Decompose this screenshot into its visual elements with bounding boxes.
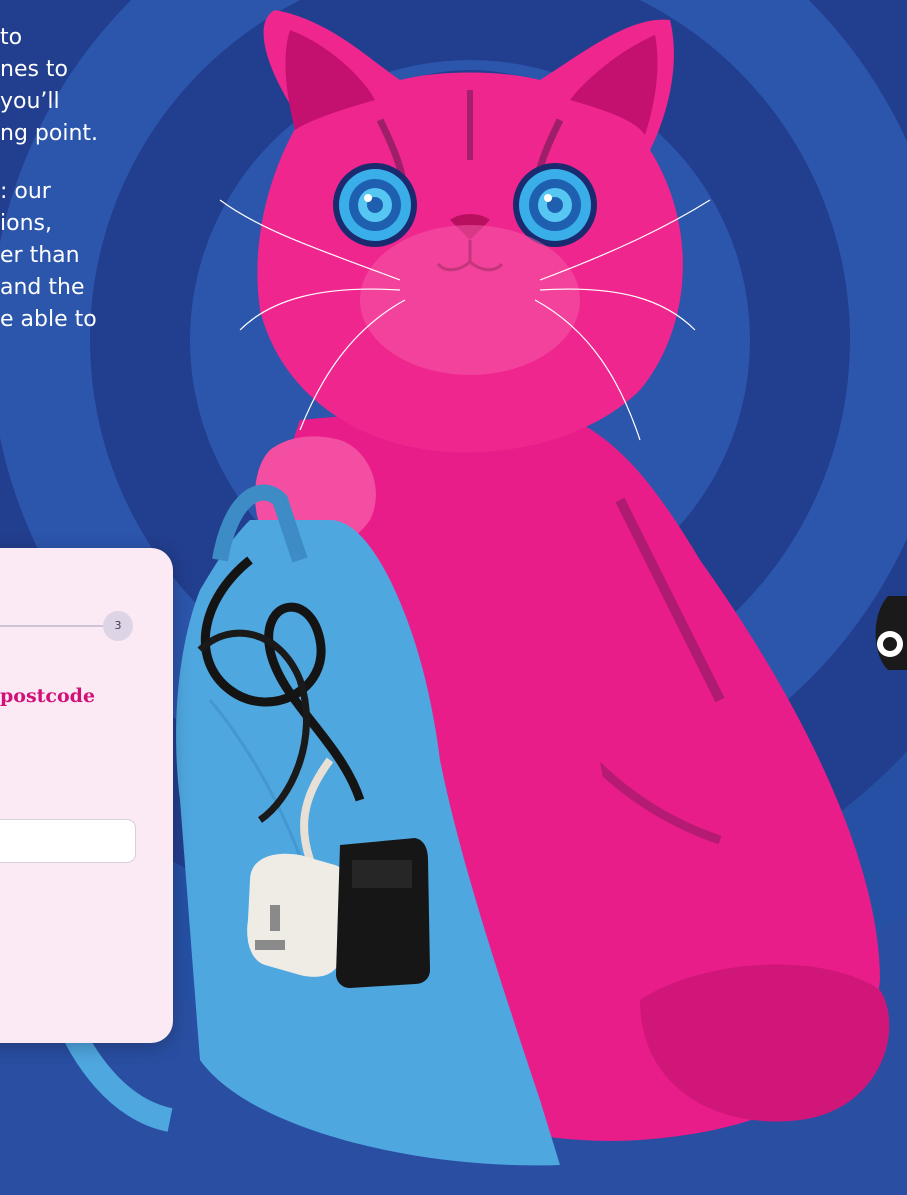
speaker-ring-icon <box>875 596 907 670</box>
intro-paragraph-2: : our ions, er than and the e able to <box>0 176 200 336</box>
intro-line: ng point. <box>0 121 99 146</box>
progress-step-line <box>0 625 110 627</box>
intro-paragraph-1: to nes to you’ll ng point. <box>0 22 200 150</box>
intro-line: to <box>0 25 23 50</box>
intro-line: : our <box>0 179 51 204</box>
intro-line: ions, <box>0 211 52 236</box>
postcode-heading: postcode <box>0 685 96 707</box>
intro-line: you’ll <box>0 89 60 114</box>
progress-step-3: 3 <box>103 611 133 641</box>
postcode-input[interactable] <box>0 819 136 863</box>
intro-line: er than <box>0 243 80 268</box>
intro-text: to nes to you’ll ng point. : our ions, e… <box>0 22 200 362</box>
intro-line: e able to <box>0 307 97 332</box>
intro-line: and the <box>0 275 85 300</box>
postcode-form-card: 3 postcode <box>0 548 173 1043</box>
intro-line: nes to <box>0 57 69 82</box>
